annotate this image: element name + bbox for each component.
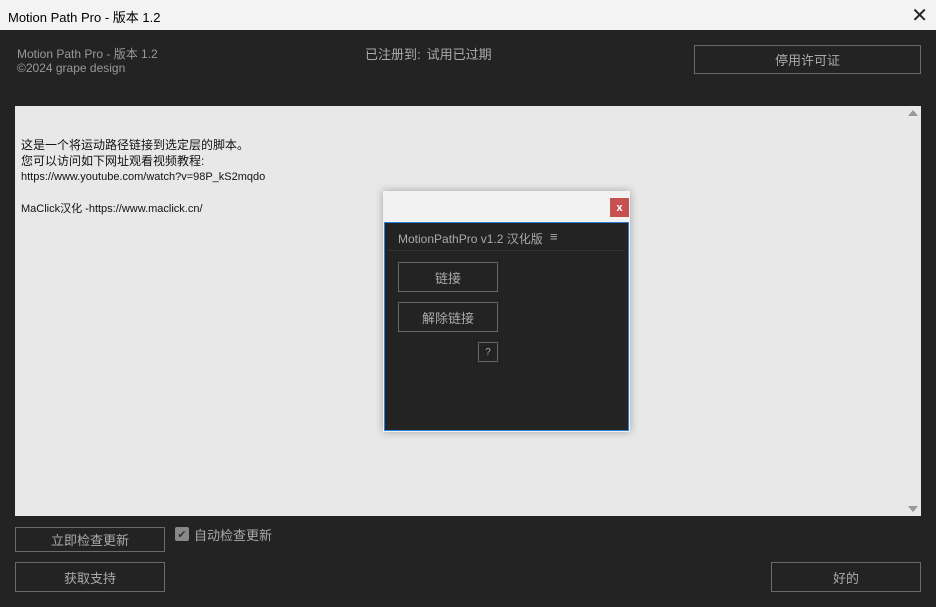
panel-title: MotionPathPro v1.2 汉化版 xyxy=(398,232,543,246)
copyright: ©2024 grape design xyxy=(17,61,126,75)
divider xyxy=(388,250,625,251)
window-title: Motion Path Pro - 版本 1.2 xyxy=(8,10,161,25)
tutorial-link[interactable]: https://www.youtube.com/watch?v=98P_kS2m… xyxy=(21,169,265,185)
deactivate-license-button[interactable]: 停用许可证 xyxy=(694,45,921,74)
auto-check-label[interactable]: 自动检查更新 xyxy=(194,525,272,544)
unlink-button[interactable]: 解除链接 xyxy=(398,302,498,332)
scroll-down-icon[interactable] xyxy=(908,506,918,512)
registered-value: 试用已过期 xyxy=(426,47,492,62)
close-icon[interactable]: ✕ xyxy=(911,3,928,28)
scroll-up-icon[interactable] xyxy=(908,110,918,116)
registration-status: 已注册到: 试用已过期 xyxy=(365,44,498,63)
tutorial-line: 您可以访问如下网址观看视频教程: xyxy=(21,154,205,168)
panel-preview-window: x MotionPathPro v1.2 汉化版 ≡ 链接 解除链接 ? xyxy=(383,191,630,432)
get-support-button[interactable]: 获取支持 xyxy=(15,562,165,592)
panel: MotionPathPro v1.2 汉化版 ≡ 链接 解除链接 ? xyxy=(384,222,629,431)
link-button[interactable]: 链接 xyxy=(398,262,498,292)
scrollbar[interactable] xyxy=(905,106,921,516)
credit-link[interactable]: MaClick汉化 -https://www.maclick.cn/ xyxy=(21,201,265,217)
window-titlebar: Motion Path Pro - 版本 1.2 ✕ xyxy=(0,0,936,30)
check-updates-button[interactable]: 立即检查更新 xyxy=(15,527,165,552)
registered-label: 已注册到: xyxy=(365,47,421,62)
menu-icon[interactable]: ≡ xyxy=(550,229,558,244)
product-name: Motion Path Pro - 版本 1.2 xyxy=(17,47,158,61)
description-line: 这是一个将运动路径链接到选定层的脚本。 xyxy=(21,138,250,152)
auto-check-checkbox[interactable]: ✔ xyxy=(175,527,189,541)
dialog-close-button[interactable]: x xyxy=(610,198,629,217)
help-button[interactable]: ? xyxy=(478,342,498,362)
ok-button[interactable]: 好的 xyxy=(771,562,921,592)
